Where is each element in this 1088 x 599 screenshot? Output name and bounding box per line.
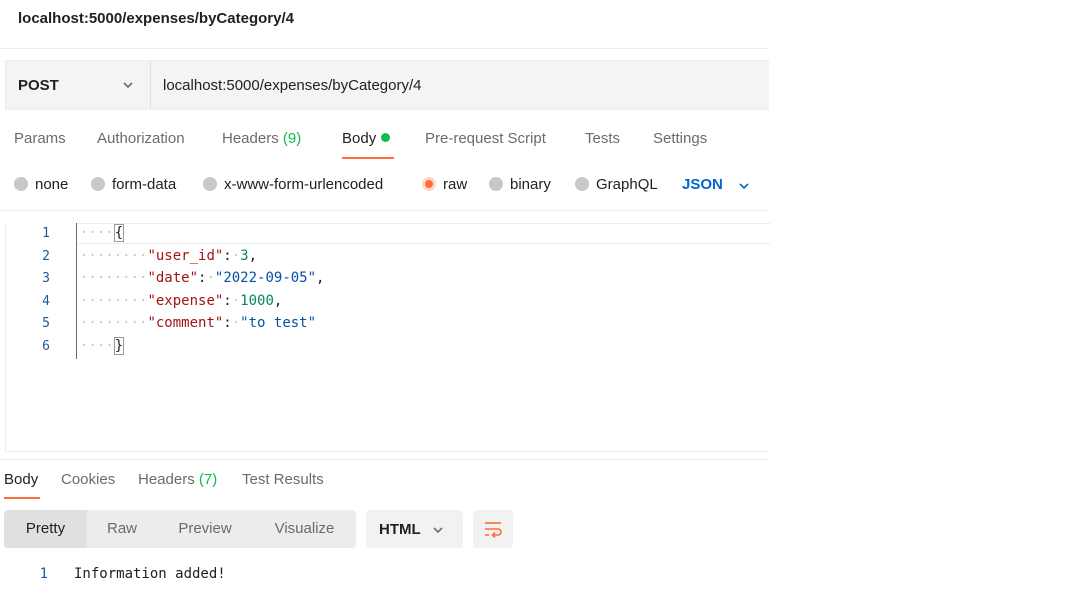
code-line: ····} <box>80 337 125 355</box>
active-line-highlight <box>77 223 770 244</box>
body-editor[interactable]: 1 2 3 4 5 6 ····{ ········"user_id":·3, … <box>5 223 770 452</box>
chevron-down-icon <box>433 527 443 534</box>
tab-response-body[interactable]: Body <box>4 471 38 488</box>
body-indicator-dot <box>381 133 391 142</box>
url-bar: POST localhost:5000/expenses/byCategory/… <box>5 60 769 110</box>
tab-body[interactable]: Body <box>342 130 391 147</box>
request-title: localhost:5000/expenses/byCategory/4 <box>18 10 294 27</box>
tab-params[interactable]: Params <box>14 130 66 147</box>
radio-circle <box>91 177 105 191</box>
chevron-down-icon <box>123 82 133 89</box>
radio-circle <box>575 177 589 191</box>
radio-graphql[interactable]: GraphQL <box>575 176 658 193</box>
tab-tests[interactable]: Tests <box>585 130 620 147</box>
json-value: 1000 <box>240 293 274 309</box>
method-select[interactable]: POST <box>6 61 151 109</box>
response-format-label: HTML <box>379 521 421 538</box>
code-line: ········"comment":·"to test" <box>80 315 317 331</box>
radio-circle <box>489 177 503 191</box>
json-key: "expense" <box>147 293 224 309</box>
json-value: 3 <box>240 248 249 264</box>
json-comma: , <box>248 248 258 264</box>
json-key: "date" <box>147 270 199 286</box>
line-number: 5 <box>42 316 50 331</box>
tab-headers-label: Headers <box>222 130 279 147</box>
tab-headers-count: (9) <box>282 130 302 147</box>
divider <box>0 459 769 460</box>
radio-label: GraphQL <box>596 176 658 193</box>
url-input[interactable]: localhost:5000/expenses/byCategory/4 <box>163 77 422 94</box>
open-brace: { <box>113 224 125 242</box>
json-colon: : <box>223 315 232 331</box>
active-tab-indicator <box>342 157 394 159</box>
json-value: "to test" <box>240 315 317 331</box>
tab-response-headers-label: Headers <box>138 471 195 488</box>
tab-authorization[interactable]: Authorization <box>97 130 185 147</box>
code-line: ········"user_id":·3, <box>80 248 258 264</box>
radio-none[interactable]: none <box>14 176 68 193</box>
indent-guide <box>76 223 77 359</box>
line-number: 1 <box>42 226 50 241</box>
radio-label: x-www-form-urlencoded <box>224 176 384 193</box>
radio-raw[interactable]: raw <box>422 176 467 193</box>
divider <box>0 48 769 49</box>
radio-label: binary <box>510 176 551 193</box>
chevron-down-icon[interactable] <box>738 180 750 192</box>
json-value: "2022-09-05" <box>214 270 317 286</box>
code-line: ········"date":·"2022-09-05", <box>80 270 325 286</box>
radio-circle-selected <box>422 177 436 191</box>
code-line: ····{ <box>80 224 125 242</box>
wrap-lines-button[interactable] <box>473 510 513 548</box>
json-key: "comment" <box>147 315 224 331</box>
response-text: Information added! <box>74 566 226 582</box>
view-raw[interactable]: Raw <box>87 510 157 548</box>
radio-x-www-form-urlencoded[interactable]: x-www-form-urlencoded <box>203 176 383 193</box>
response-format-select[interactable]: HTML <box>366 510 463 548</box>
line-number: 6 <box>42 339 50 354</box>
close-brace: } <box>113 337 125 355</box>
json-colon: : <box>223 293 232 309</box>
tab-response-headers[interactable]: Headers (7) <box>138 471 217 488</box>
view-preview[interactable]: Preview <box>157 510 253 548</box>
radio-label: raw <box>443 176 468 193</box>
json-key: "user_id" <box>147 248 224 264</box>
active-tab-indicator <box>4 497 40 499</box>
wrap-lines-icon <box>485 522 502 538</box>
response-line-number: 1 <box>39 566 48 582</box>
line-number: 2 <box>42 249 50 264</box>
radio-label: none <box>35 176 69 193</box>
divider <box>0 210 769 211</box>
view-pretty[interactable]: Pretty <box>4 510 87 548</box>
tab-test-results[interactable]: Test Results <box>242 471 324 488</box>
json-colon: : <box>223 248 232 264</box>
tab-response-headers-count: (7) <box>198 471 218 488</box>
radio-label: form-data <box>112 176 177 193</box>
radio-circle <box>203 177 217 191</box>
tab-headers[interactable]: Headers (9) <box>222 130 301 147</box>
radio-circle <box>14 177 28 191</box>
body-format-select[interactable]: JSON <box>682 176 723 193</box>
tab-body-label: Body <box>342 130 377 147</box>
json-comma: , <box>273 293 283 309</box>
json-comma: , <box>316 270 325 286</box>
tab-cookies[interactable]: Cookies <box>61 471 115 488</box>
view-visualize[interactable]: Visualize <box>253 510 356 548</box>
radio-binary[interactable]: binary <box>489 176 551 193</box>
tab-settings[interactable]: Settings <box>653 130 707 147</box>
radio-form-data[interactable]: form-data <box>91 176 176 193</box>
method-label: POST <box>18 77 59 94</box>
line-number: 4 <box>42 294 50 309</box>
line-number: 3 <box>42 271 50 286</box>
view-mode-segmented-control: Pretty Raw Preview Visualize <box>4 510 356 548</box>
code-line: ········"expense":·1000, <box>80 293 283 309</box>
tab-pre-request-script[interactable]: Pre-request Script <box>425 130 546 147</box>
